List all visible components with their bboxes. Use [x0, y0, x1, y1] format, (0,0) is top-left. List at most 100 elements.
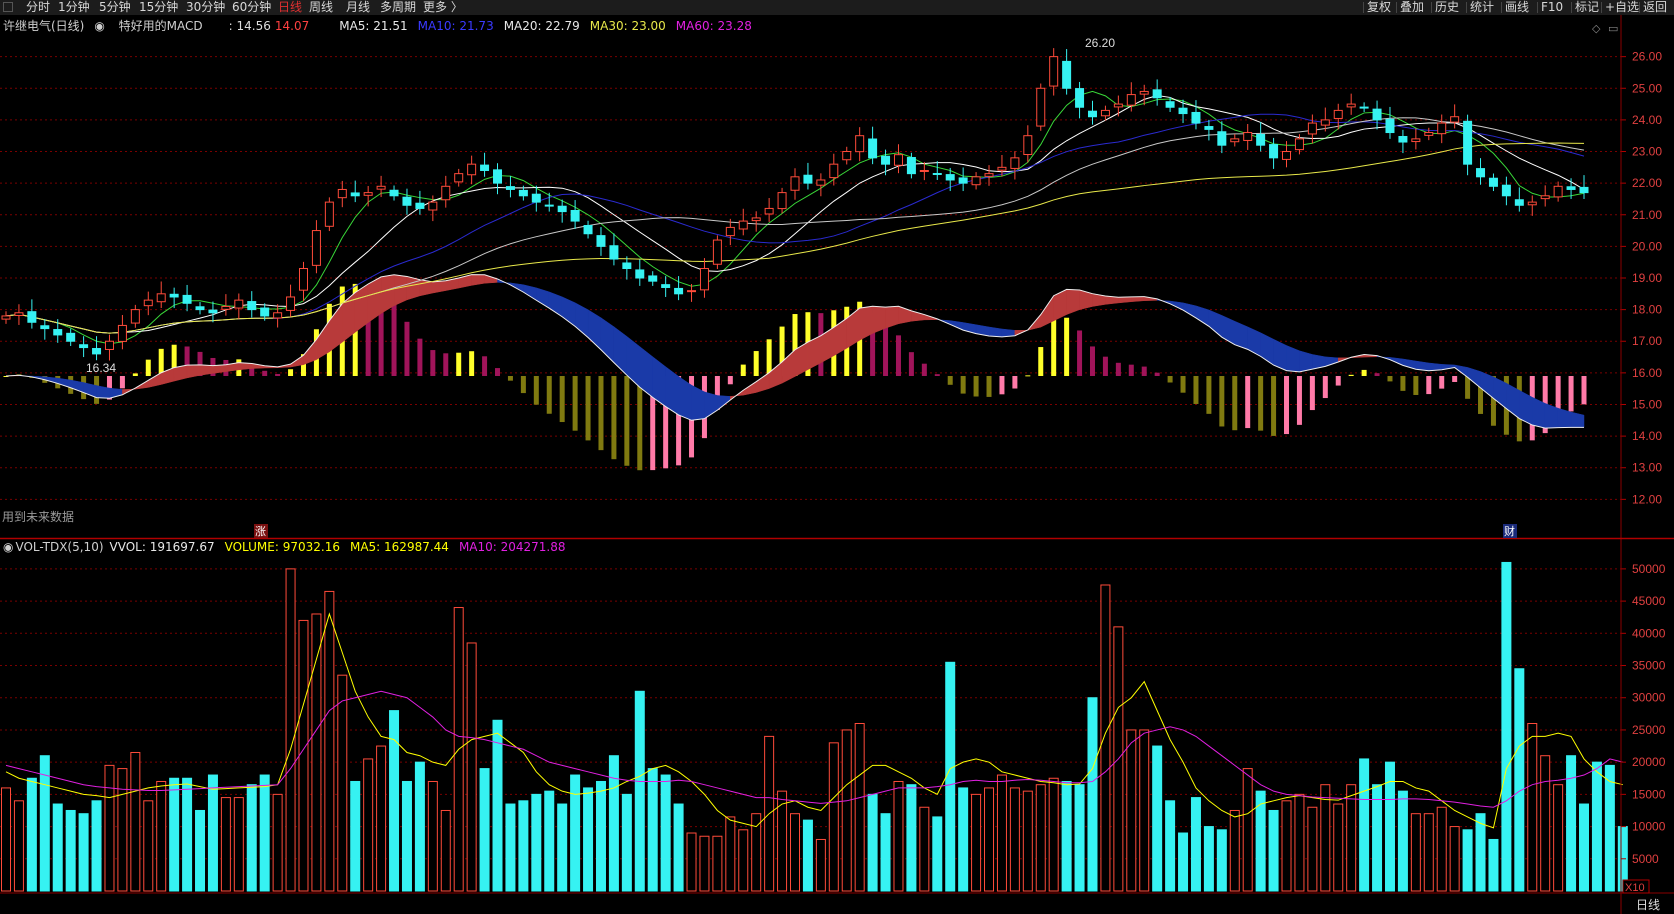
- timeframe-tab-10[interactable]: 更多 〉: [423, 0, 463, 15]
- macd-hist-bar: [1309, 376, 1315, 411]
- candle-body: [324, 201, 334, 227]
- volume-bar: [867, 793, 878, 892]
- volume-bar: [1307, 806, 1318, 892]
- toolbar-btn-2[interactable]: 历史: [1435, 0, 1459, 15]
- volume-bar: [298, 619, 309, 892]
- macd-hist-bar: [417, 338, 423, 376]
- macd-hist-bar: [1439, 376, 1445, 389]
- macd-hist-bar: [1141, 366, 1147, 376]
- toolbar-btn-4[interactable]: 画线: [1505, 0, 1529, 15]
- timeframe-tab-0[interactable]: 分时: [26, 0, 50, 15]
- timeframe-tab-1[interactable]: 1分钟: [58, 0, 90, 15]
- expand-icon[interactable]: ▭: [1608, 22, 1618, 35]
- candle-body: [984, 173, 994, 177]
- candle-body: [1463, 120, 1473, 165]
- timeframe-tab-6[interactable]: 日线: [278, 0, 302, 15]
- volume-bar: [350, 780, 361, 892]
- toolbar-btn-7[interactable]: +自选: [1605, 0, 1639, 15]
- timeframe-tab-7[interactable]: 周线: [309, 0, 333, 15]
- macd-hist-bar: [1206, 376, 1212, 414]
- candle-body: [195, 306, 205, 311]
- candle-body: [1075, 88, 1085, 108]
- candle-body: [1320, 119, 1330, 126]
- macd-hist-bar: [1038, 347, 1044, 376]
- volume-legend: ◉ VOL-TDX(5,10) VVOL: 191697.67 VOLUME: 970…: [3, 540, 576, 554]
- toolbar-btn-1[interactable]: 叠加: [1400, 0, 1424, 15]
- macd-hist-bar: [1167, 376, 1173, 383]
- volume-bar: [608, 755, 619, 892]
- macd-hist-bar: [1064, 317, 1070, 376]
- candle-body: [1450, 116, 1460, 123]
- candle-body: [1501, 184, 1511, 197]
- candle-body: [1476, 168, 1486, 178]
- vvol-value: VVOL: 191697.67: [109, 540, 215, 554]
- marker-up[interactable]: 涨: [255, 525, 266, 538]
- timeframe-tab-3[interactable]: 15分钟: [139, 0, 178, 15]
- volume-bar: [1190, 797, 1201, 892]
- candle-body: [247, 301, 257, 311]
- vol-settings-icon[interactable]: ◉: [3, 540, 13, 554]
- timeframe-tab-2[interactable]: 5分钟: [99, 0, 131, 15]
- volume-bar: [376, 745, 387, 892]
- vol-indicator-name[interactable]: VOL-TDX(5,10): [15, 540, 103, 554]
- candle-body: [881, 155, 891, 165]
- marker-finance[interactable]: 财: [1504, 524, 1515, 538]
- macd-ribbon-segment: [406, 276, 421, 301]
- volume-bar: [738, 829, 749, 892]
- candle-body: [661, 284, 671, 288]
- volume-bar: [1139, 729, 1150, 892]
- timeframe-tab-5[interactable]: 60分钟: [232, 0, 271, 15]
- candle-body: [1566, 186, 1576, 190]
- candle-body: [27, 311, 37, 323]
- volume-bar: [1294, 793, 1305, 892]
- candle-body: [971, 176, 981, 186]
- candle-body: [1217, 131, 1227, 146]
- toolbar-btn-6[interactable]: 标记: [1575, 0, 1599, 15]
- candle-body: [1087, 110, 1097, 118]
- macd-hist-bar: [1089, 346, 1095, 376]
- candle-body: [1540, 195, 1550, 200]
- timeframe-tab-4[interactable]: 30分钟: [186, 0, 225, 15]
- candle-body: [893, 154, 903, 166]
- volume-bar: [401, 780, 412, 892]
- volume-bar: [324, 590, 335, 892]
- macd-hist-bar: [1025, 375, 1031, 377]
- indicator-name[interactable]: 特好用的MACD: [119, 19, 203, 33]
- settings-circle-icon[interactable]: ◉: [94, 19, 108, 33]
- volume-tick-label: 45000: [1632, 594, 1666, 608]
- timeframe-tab-8[interactable]: 月线: [346, 0, 370, 15]
- candle-body: [829, 163, 839, 179]
- toolbar-btn-3[interactable]: 统计: [1470, 0, 1494, 15]
- candle-body: [1372, 108, 1382, 121]
- timeframe-tab-9[interactable]: 多周期: [380, 0, 416, 15]
- diamond-icon[interactable]: ◇: [1592, 22, 1601, 35]
- candle-body: [260, 307, 270, 317]
- volume-bar: [906, 784, 917, 892]
- toolbar-btn-8[interactable]: 返回: [1643, 0, 1667, 15]
- volume-bar: [544, 790, 555, 892]
- candle-body: [350, 192, 360, 197]
- volume-bar: [1591, 761, 1602, 892]
- candle-body: [842, 151, 852, 161]
- window-icon[interactable]: [3, 2, 13, 12]
- toolbar-btn-0[interactable]: 复权: [1367, 0, 1391, 15]
- toolbar-btn-5[interactable]: F10: [1541, 0, 1563, 15]
- price-tick-label: 15.00: [1632, 397, 1662, 411]
- candle-body: [1152, 89, 1162, 99]
- volume-bar: [130, 751, 141, 892]
- candle-body: [1269, 144, 1279, 159]
- volume-bar: [996, 774, 1007, 892]
- candle-body: [92, 348, 102, 355]
- macd-hist-bar: [908, 352, 914, 376]
- candle-body: [505, 186, 515, 190]
- macd-ribbon-segment: [199, 364, 214, 376]
- macd-hist-bar: [495, 368, 501, 376]
- volume-bar: [583, 787, 594, 892]
- candle-body: [648, 275, 658, 282]
- volume-tick-label: 30000: [1632, 691, 1666, 705]
- x10-label[interactable]: X10: [1625, 882, 1645, 894]
- kline-chart[interactable]: 26.00 25.00 24.00 23.00 22.00 21.00 20.00 19.00…: [0, 15, 1674, 914]
- macd-hist-bar: [1012, 376, 1018, 389]
- volume-bar: [1553, 784, 1564, 892]
- macd-hist-bar: [1245, 376, 1251, 429]
